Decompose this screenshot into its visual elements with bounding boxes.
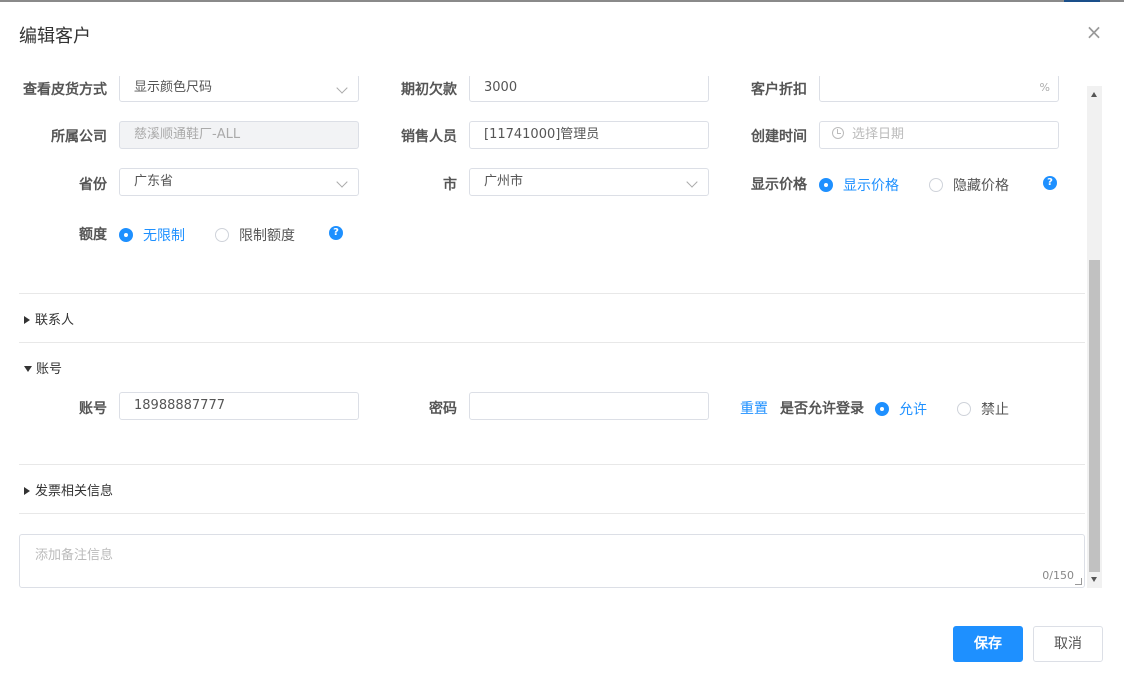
radio-label: 无限制 [143,228,185,244]
section-title: 发票相关信息 [35,484,114,499]
password-label: 密码 [429,401,457,417]
close-icon[interactable]: × [1084,20,1104,44]
divider [19,513,1085,514]
province-value: 广东省 [134,174,174,189]
clock-icon [832,127,844,139]
scroll-down-arrow-icon[interactable] [1091,577,1097,582]
divider [19,464,1085,465]
city-value: 广州市 [484,174,524,189]
opening-debt-input[interactable]: 3000 [469,76,709,102]
radio-checked-icon [119,228,133,242]
opening-debt-value: 3000 [484,80,518,95]
view-goods-mode-label: 查看皮货方式 [23,82,107,98]
radio-checked-icon [875,402,889,416]
section-account-toggle[interactable]: 账号 [24,358,62,377]
remark-char-counter: 0/150 [1042,569,1074,582]
chevron-down-icon [336,82,348,94]
radio-hide-price[interactable]: 隐藏价格 [929,175,1009,195]
company-input: 慈溪顺通鞋厂-ALL [119,121,359,149]
caret-right-icon [24,316,30,324]
chevron-down-icon [686,176,698,188]
help-icon[interactable]: ? [1043,176,1057,190]
radio-label: 禁止 [981,402,1009,418]
opening-debt-label: 期初欠款 [401,82,457,98]
radio-quota-unlimited[interactable]: 无限制 [119,225,185,245]
divider [19,293,1085,294]
radio-label: 显示价格 [843,178,899,194]
created-date-picker[interactable]: 选择日期 [819,121,1059,149]
show-price-label: 显示价格 [751,177,807,193]
radio-label: 限制额度 [239,228,295,244]
customer-discount-label: 客户折扣 [751,82,807,98]
divider [19,342,1085,343]
remark-textarea[interactable]: 添加备注信息 0/150 [19,534,1085,588]
caret-down-icon [24,366,32,372]
radio-show-price[interactable]: 显示价格 [819,175,899,195]
company-label: 所属公司 [51,129,107,145]
account-input[interactable]: 18988887777 [119,392,359,420]
created-time-label: 创建时间 [751,129,807,145]
view-goods-mode-value: 显示颜色尺码 [134,80,213,95]
password-input[interactable] [469,392,709,420]
radio-quota-limited[interactable]: 限制额度 [215,225,295,245]
section-contacts-toggle[interactable]: 联系人 [24,309,74,328]
edit-customer-dialog: 编辑客户 × 查看皮货方式 显示颜色尺码 期初欠款 3000 客户折扣 % 所属… [0,2,1124,680]
allow-login-label: 是否允许登录 [780,401,864,417]
salesperson-label: 销售人员 [401,129,457,145]
percent-suffix: % [1039,81,1050,94]
remark-placeholder: 添加备注信息 [35,548,114,563]
scrollbar-thumb[interactable] [1089,260,1100,572]
dialog-body: 查看皮货方式 显示颜色尺码 期初欠款 3000 客户折扣 % 所属公司 慈溪顺通… [0,76,1102,588]
radio-label: 允许 [899,402,927,418]
province-select[interactable]: 广东省 [119,168,359,196]
date-placeholder: 选择日期 [852,127,905,142]
province-label: 省份 [79,177,107,193]
scroll-up-arrow-icon[interactable] [1091,92,1097,97]
radio-unchecked-icon [929,178,943,192]
chevron-down-icon [336,176,348,188]
salesperson-input[interactable]: [11741000]管理员 [469,121,709,149]
resize-grip-icon[interactable] [1075,578,1082,585]
save-button[interactable]: 保存 [953,626,1023,662]
help-icon[interactable]: ? [329,226,343,240]
dialog-title: 编辑客户 [19,26,91,47]
radio-deny-login[interactable]: 禁止 [957,399,1009,419]
city-select[interactable]: 广州市 [469,168,709,196]
section-title: 联系人 [35,313,75,328]
view-goods-mode-select[interactable]: 显示颜色尺码 [119,76,359,102]
caret-right-icon [24,487,30,495]
radio-unchecked-icon [215,228,229,242]
radio-allow-login[interactable]: 允许 [875,399,927,419]
city-label: 市 [443,177,457,193]
account-label: 账号 [79,401,107,417]
customer-discount-input[interactable]: % [819,76,1059,102]
radio-unchecked-icon [957,402,971,416]
dialog-scrollbar[interactable] [1087,86,1102,588]
quota-label: 额度 [79,227,107,243]
reset-password-link[interactable]: 重置 [740,398,768,418]
radio-label: 隐藏价格 [953,178,1009,194]
section-invoice-toggle[interactable]: 发票相关信息 [24,480,113,499]
cancel-button[interactable]: 取消 [1033,626,1103,662]
section-title: 账号 [36,362,63,377]
radio-checked-icon [819,178,833,192]
